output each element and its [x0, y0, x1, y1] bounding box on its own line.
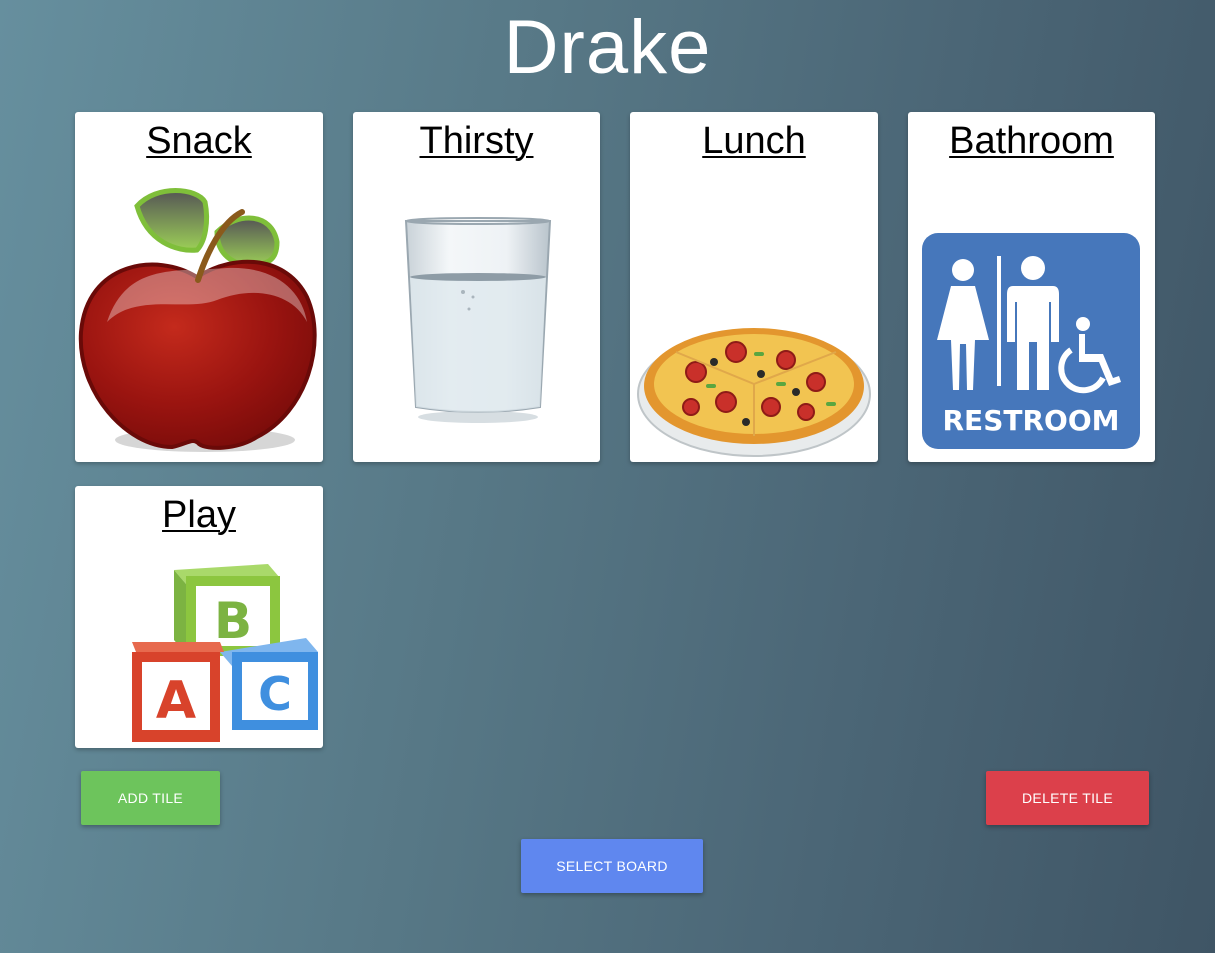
add-tile-button[interactable]: ADD TILE: [81, 771, 220, 825]
tile-label: Snack: [146, 120, 252, 162]
tile-label: Thirsty: [419, 120, 534, 162]
tile-label: Play: [162, 494, 236, 536]
pizza-icon: [637, 328, 871, 457]
tile-label: Lunch: [702, 120, 806, 162]
board-title: Drake: [503, 5, 712, 90]
tile-play[interactable]: Play B C A: [75, 486, 323, 748]
tile-snack[interactable]: Snack: [75, 112, 323, 462]
tile-bathroom[interactable]: Bathroom RESTROOM: [908, 112, 1155, 462]
restroom-sign-icon: RESTROOM: [922, 233, 1140, 449]
block-letter-a: A: [156, 671, 196, 731]
block-letter-b: B: [214, 592, 252, 650]
water-glass-icon: [404, 217, 552, 423]
block-letter-c: C: [258, 667, 292, 721]
select-board-button[interactable]: SELECT BOARD: [521, 839, 703, 893]
restroom-sign-text: RESTROOM: [943, 404, 1120, 437]
abc-blocks-icon: B C A: [132, 564, 318, 742]
delete-tile-button[interactable]: DELETE TILE: [986, 771, 1149, 825]
tile-label: Bathroom: [949, 120, 1114, 162]
apple-icon: [78, 188, 317, 452]
tile-lunch[interactable]: Lunch: [630, 112, 878, 462]
tile-thirsty[interactable]: Thirsty: [353, 112, 600, 462]
